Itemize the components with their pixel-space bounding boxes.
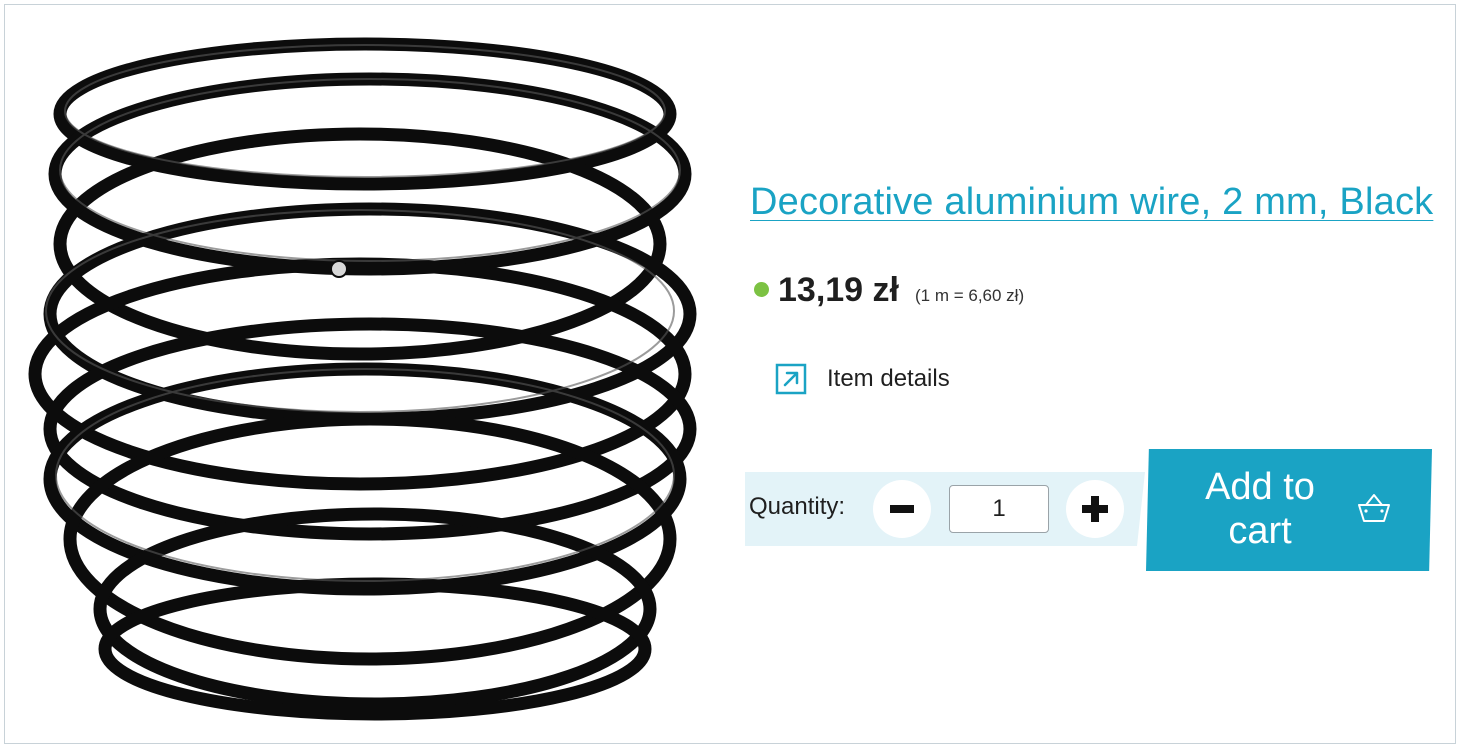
- price-row: 13,19 zł (1 m = 6,60 zł): [754, 271, 1024, 310]
- in-stock-indicator: [754, 282, 769, 297]
- external-arrow-icon: [775, 363, 807, 395]
- product-image[interactable]: [25, 29, 725, 729]
- plus-icon: [1082, 496, 1108, 522]
- product-card: Decorative aluminium wire, 2 mm, Black 1…: [4, 4, 1456, 744]
- product-price: 13,19 zł: [778, 271, 899, 309]
- item-details-label: Item details: [827, 365, 950, 392]
- quantity-decrement-button[interactable]: [873, 480, 931, 538]
- quantity-increment-button[interactable]: [1066, 480, 1124, 538]
- quantity-input[interactable]: [949, 485, 1049, 533]
- quantity-label: Quantity:: [749, 493, 846, 520]
- unit-price: (1 m = 6,60 zł): [914, 286, 1025, 305]
- wire-coil-image: [28, 37, 697, 721]
- add-to-cart-label: Add to cart: [1205, 466, 1315, 552]
- basket-icon: [1358, 494, 1390, 522]
- item-details-link[interactable]: Item details: [775, 363, 950, 395]
- product-title[interactable]: Decorative aluminium wire, 2 mm, Black: [750, 181, 1433, 224]
- add-to-cart-button[interactable]: Add to cart: [1146, 449, 1432, 571]
- minus-icon: [890, 505, 914, 513]
